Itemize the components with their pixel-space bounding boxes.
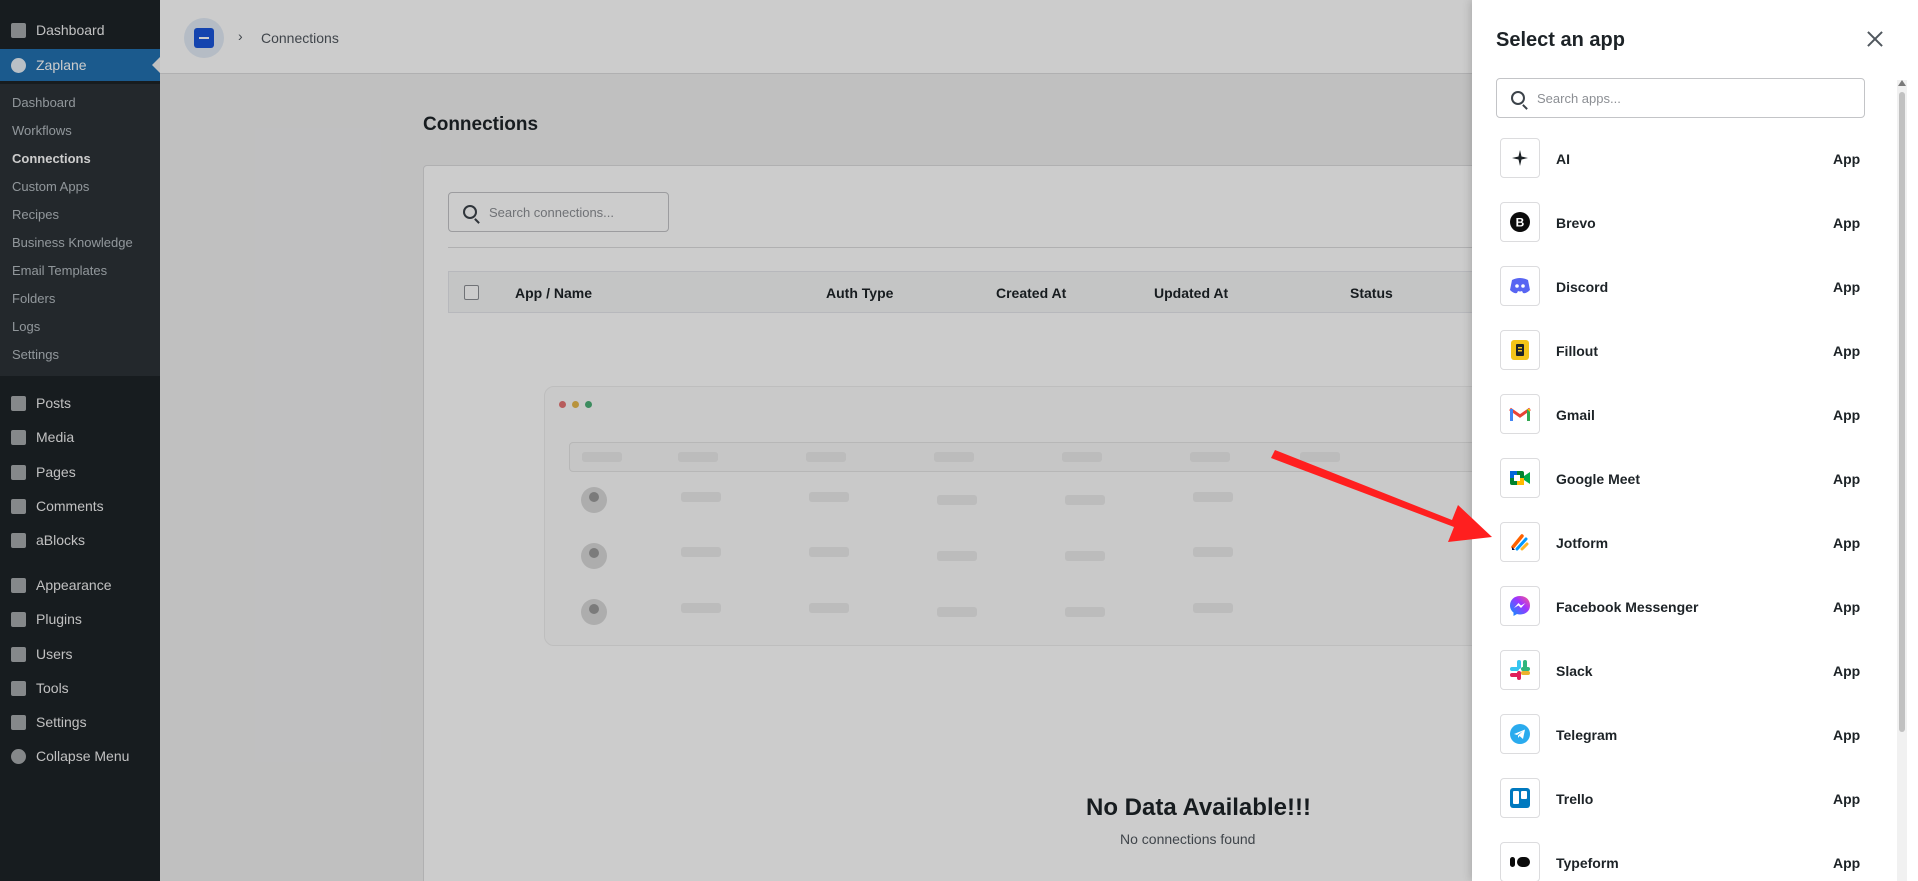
app-name: Fillout (1556, 343, 1598, 359)
app-kind: App (1833, 727, 1861, 743)
app-row-telegram[interactable]: Telegram App (1496, 708, 1876, 768)
scrollbar-thumb[interactable] (1899, 92, 1905, 732)
jotform-icon (1500, 522, 1540, 562)
sparkle-icon (1500, 138, 1540, 178)
app-kind: App (1833, 279, 1861, 295)
app-kind: App (1833, 215, 1861, 231)
app-row-typeform[interactable]: Typeform App (1496, 836, 1876, 881)
app-name: Trello (1556, 791, 1594, 807)
app-kind: App (1833, 855, 1861, 871)
search-icon (1511, 91, 1525, 105)
app-kind: App (1833, 599, 1861, 615)
app-name: Jotform (1556, 535, 1609, 551)
app-name: Typeform (1556, 855, 1619, 871)
app-name: Facebook Messenger (1556, 599, 1699, 615)
messenger-icon (1500, 586, 1540, 626)
app-kind: App (1833, 663, 1861, 679)
drawer-title: Select an app (1496, 29, 1625, 51)
app-row-facebook-messenger[interactable]: Facebook Messenger App (1496, 580, 1876, 640)
app-row-ai[interactable]: AI App (1496, 132, 1876, 192)
app-row-discord[interactable]: Discord App (1496, 260, 1876, 320)
slack-icon (1500, 650, 1540, 690)
close-icon[interactable] (1863, 27, 1887, 51)
app-row-jotform[interactable]: Jotform App (1496, 516, 1876, 576)
svg-text:B: B (1516, 216, 1525, 230)
fillout-icon (1500, 330, 1540, 370)
app-kind: App (1833, 151, 1861, 167)
drawer-scrollbar[interactable] (1897, 80, 1907, 881)
google-meet-icon (1500, 458, 1540, 498)
search-placeholder: Search apps... (1537, 90, 1621, 106)
app-row-brevo[interactable]: B Brevo App (1496, 196, 1876, 256)
app-name: Slack (1556, 663, 1593, 679)
app-kind: App (1833, 471, 1861, 487)
typeform-icon (1500, 842, 1540, 881)
discord-icon (1500, 266, 1540, 306)
gmail-icon (1500, 394, 1540, 434)
app-kind: App (1833, 343, 1861, 359)
modal-backdrop[interactable] (0, 0, 1472, 881)
app-name: AI (1556, 151, 1570, 167)
brevo-icon: B (1500, 202, 1540, 242)
app-row-fillout[interactable]: Fillout App (1496, 324, 1876, 384)
trello-icon (1500, 778, 1540, 818)
telegram-icon (1500, 714, 1540, 754)
app-name: Telegram (1556, 727, 1618, 743)
app-kind: App (1833, 791, 1861, 807)
app-list: AI App B Brevo App Discord App Fillout A… (1496, 132, 1876, 881)
app-kind: App (1833, 407, 1861, 423)
app-name: Brevo (1556, 215, 1596, 231)
app-name: Gmail (1556, 407, 1595, 423)
app-row-google-meet[interactable]: Google Meet App (1496, 452, 1876, 512)
app-row-slack[interactable]: Slack App (1496, 644, 1876, 704)
scroll-up-icon[interactable] (1898, 80, 1906, 86)
app-row-gmail[interactable]: Gmail App (1496, 388, 1876, 448)
app-name: Google Meet (1556, 471, 1641, 487)
select-app-drawer: Select an app Search apps... AI App B Br… (1472, 0, 1918, 881)
app-name: Discord (1556, 279, 1609, 295)
app-kind: App (1833, 535, 1861, 551)
search-apps-input[interactable]: Search apps... (1496, 78, 1865, 118)
app-row-trello[interactable]: Trello App (1496, 772, 1876, 832)
